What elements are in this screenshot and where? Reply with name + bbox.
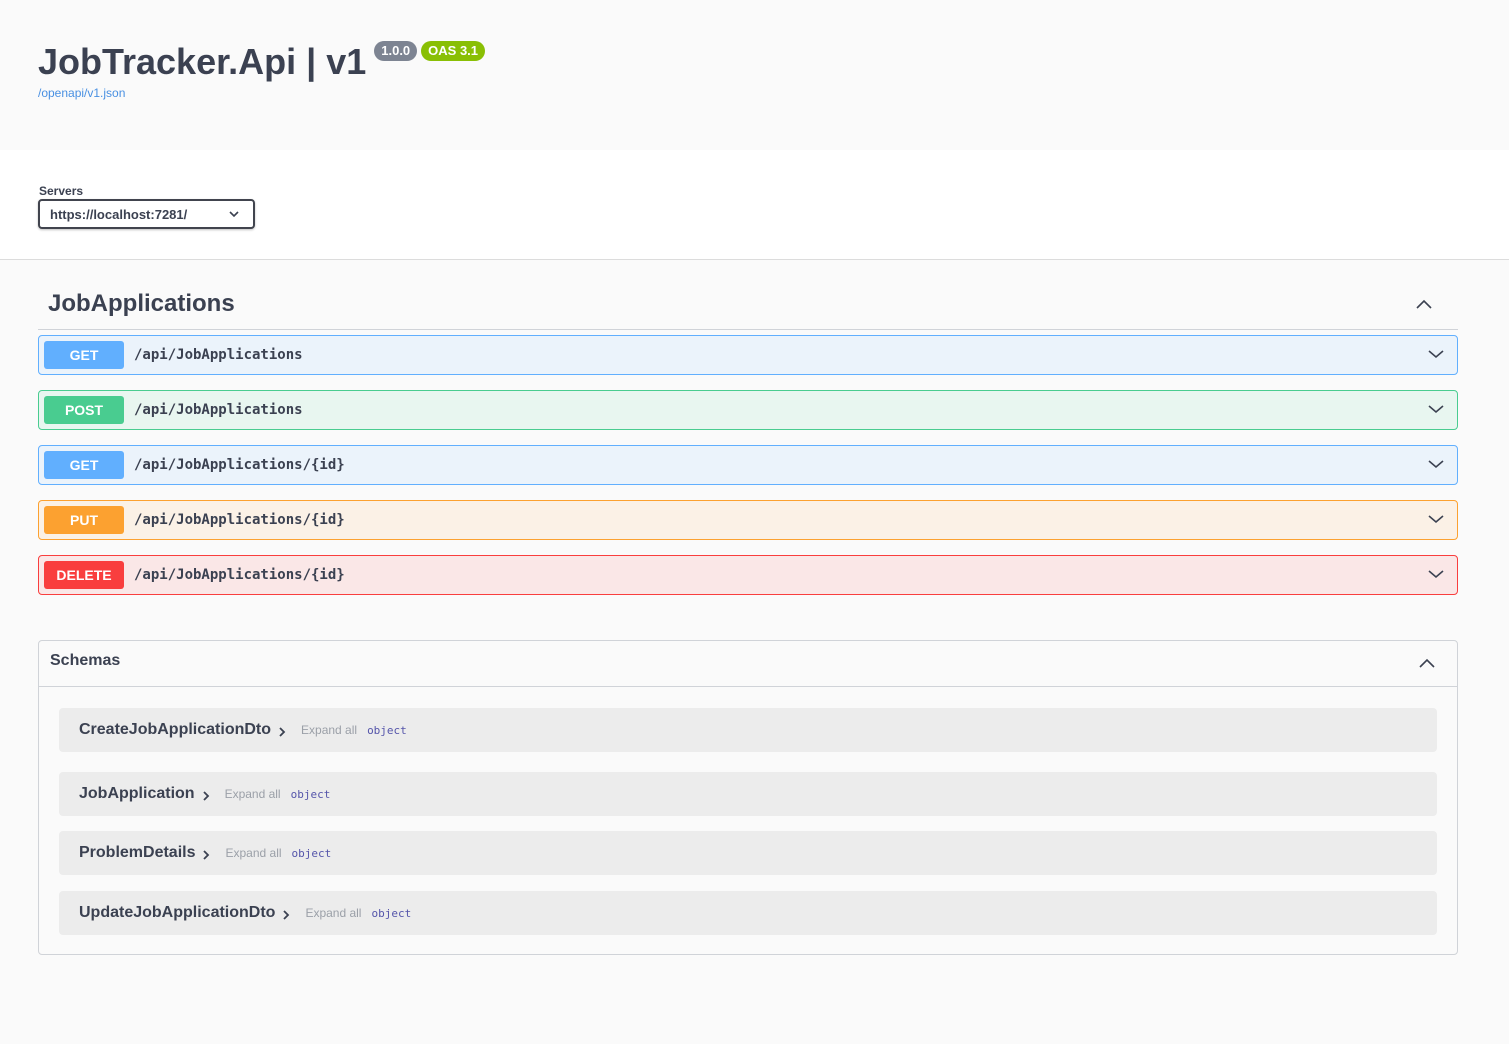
chevron-up-icon[interactable]	[1414, 294, 1434, 314]
model-type: object	[367, 723, 407, 737]
chevron-right-icon[interactable]	[201, 849, 211, 861]
spec-link[interactable]: /openapi/v1.json	[38, 86, 125, 100]
model-type: object	[371, 906, 412, 920]
schemas-section: Schemas CreateJobApplicationDto Expand a…	[38, 640, 1458, 955]
model-name[interactable]: JobApplication	[79, 785, 195, 803]
chevron-down-icon[interactable]	[1427, 455, 1445, 473]
method-badge: GET	[44, 451, 124, 479]
model-type: object	[290, 787, 331, 801]
model-name[interactable]: ProblemDetails	[79, 844, 195, 862]
operation-path: /api/JobApplications	[134, 402, 303, 418]
title-row: JobTracker.Api | v1 1.0.0 OAS 3.1	[38, 40, 486, 84]
expand-all-link[interactable]: Expand all	[225, 787, 281, 801]
oas-badge: OAS 3.1	[421, 41, 486, 61]
servers-section: Servers https://localhost:7281/	[0, 150, 1509, 260]
chevron-down-icon	[229, 211, 239, 218]
method-badge: POST	[44, 396, 124, 424]
model-name[interactable]: UpdateJobApplicationDto	[79, 904, 275, 922]
model-name[interactable]: CreateJobApplicationDto	[79, 721, 271, 739]
operation-path: /api/JobApplications/{id}	[134, 512, 345, 528]
chevron-down-icon[interactable]	[1427, 345, 1445, 363]
operation-get-jobapplications[interactable]: GET /api/JobApplications	[38, 335, 1458, 375]
schema-model-problemdetails[interactable]: ProblemDetails Expand all object	[59, 831, 1437, 875]
schema-model-createjobapplicationdto[interactable]: CreateJobApplicationDto Expand all objec…	[59, 708, 1437, 752]
expand-all-link[interactable]: Expand all	[301, 723, 357, 737]
schema-model-jobapplication[interactable]: JobApplication Expand all object	[59, 772, 1437, 816]
schemas-header[interactable]: Schemas	[39, 641, 1457, 687]
operation-path: /api/JobApplications/{id}	[134, 457, 345, 473]
model-type: object	[291, 846, 332, 860]
chevron-right-icon[interactable]	[277, 726, 287, 738]
operation-post-jobapplications[interactable]: POST /api/JobApplications	[38, 390, 1458, 430]
version-badge: 1.0.0	[374, 41, 418, 61]
method-badge: DELETE	[44, 561, 124, 589]
operation-put-jobapplication[interactable]: PUT /api/JobApplications/{id}	[38, 500, 1458, 540]
chevron-down-icon[interactable]	[1427, 565, 1445, 583]
api-info: JobTracker.Api | v1 1.0.0 OAS 3.1 /opena…	[0, 0, 1509, 150]
servers-selected-value: https://localhost:7281/	[50, 206, 188, 222]
tag-header-jobapplications[interactable]: JobApplications	[38, 282, 1458, 330]
operation-path: /api/JobApplications	[134, 347, 303, 363]
chevron-down-icon[interactable]	[1427, 510, 1445, 528]
operation-get-jobapplication-by-id[interactable]: GET /api/JobApplications/{id}	[38, 445, 1458, 485]
operation-delete-jobapplication[interactable]: DELETE /api/JobApplications/{id}	[38, 555, 1458, 595]
servers-label: Servers	[39, 184, 84, 198]
page-title: JobTracker.Api | v1	[38, 41, 367, 82]
expand-all-link[interactable]: Expand all	[305, 906, 361, 920]
chevron-down-icon[interactable]	[1427, 400, 1445, 418]
servers-select[interactable]: https://localhost:7281/	[38, 199, 255, 229]
expand-all-link[interactable]: Expand all	[225, 846, 281, 860]
method-badge: GET	[44, 341, 124, 369]
schemas-title: Schemas	[50, 652, 121, 669]
chevron-right-icon[interactable]	[281, 909, 291, 921]
chevron-up-icon[interactable]	[1417, 653, 1437, 673]
chevron-right-icon[interactable]	[201, 790, 211, 802]
operation-path: /api/JobApplications/{id}	[134, 567, 345, 583]
schema-model-updatejobapplicationdto[interactable]: UpdateJobApplicationDto Expand all objec…	[59, 891, 1437, 935]
tag-title: JobApplications	[48, 290, 235, 317]
method-badge: PUT	[44, 506, 124, 534]
